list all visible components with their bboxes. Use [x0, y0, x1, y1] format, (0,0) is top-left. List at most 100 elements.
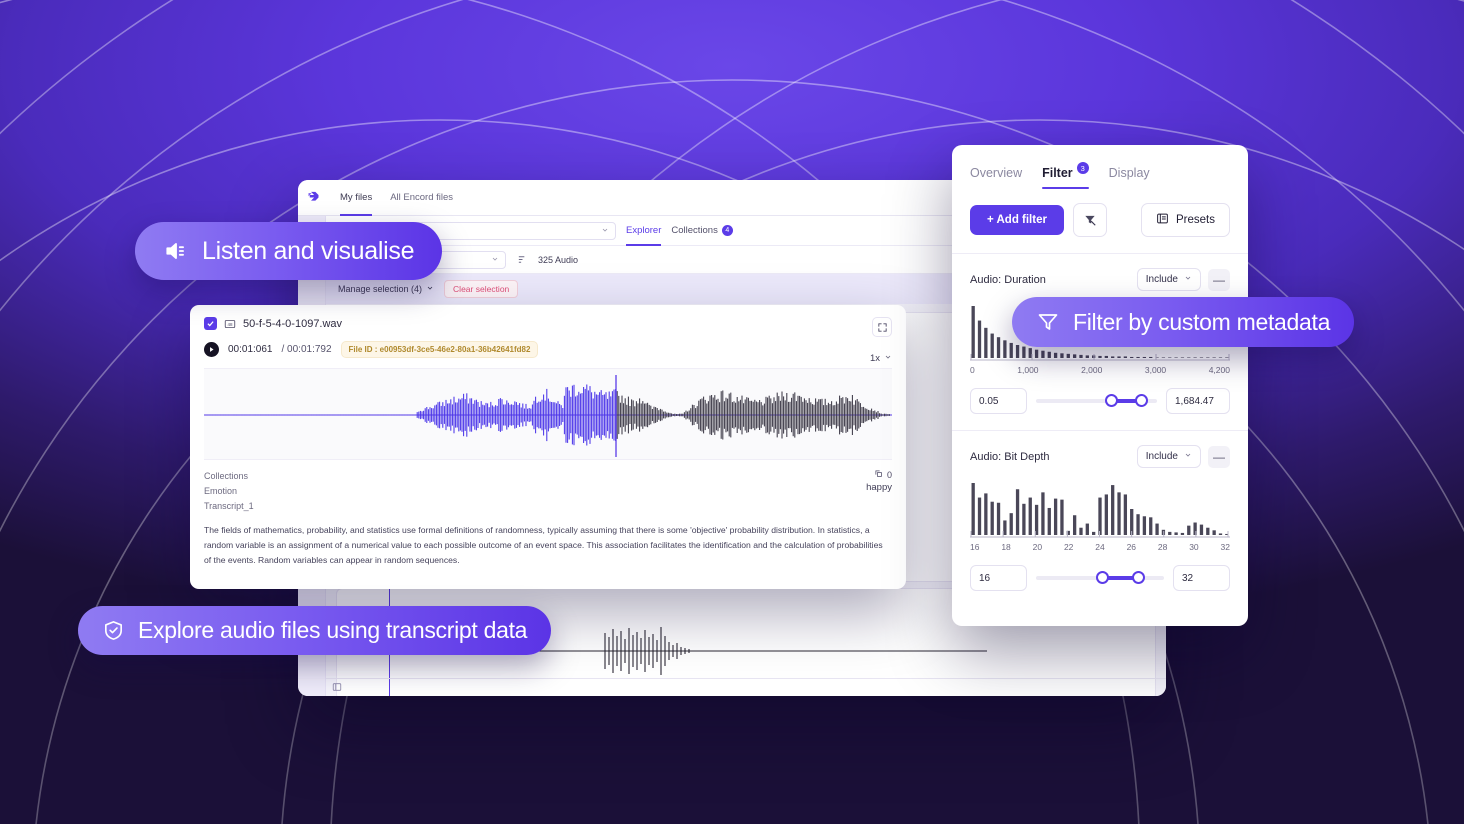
- file-id-label: File ID :: [348, 345, 378, 354]
- app-tab-all-encord-files-label: All Encord files: [390, 192, 454, 203]
- callout-listen-and-visualise: Listen and visualise: [135, 222, 443, 280]
- callout-filter-label: Filter by custom metadata: [1073, 308, 1331, 335]
- bitdepth-slider-min-knob[interactable]: [1096, 571, 1110, 584]
- bitdepth-tick-8: 32: [1220, 542, 1230, 552]
- bitdepth-tick-6: 28: [1157, 542, 1168, 552]
- row-checkbox[interactable]: [204, 317, 217, 330]
- filter-bitdepth-mode-dropdown[interactable]: Include: [1136, 445, 1201, 468]
- filter-panel-actions: + Add filter Presets: [952, 189, 1248, 254]
- bitdepth-tick-5: 26: [1126, 542, 1137, 552]
- audio-card-header: 48 50-f-5-4-0-1097.wav 00:01:061 / 00:01…: [190, 305, 906, 364]
- duration-range-slider[interactable]: [1036, 388, 1157, 414]
- audio-waveform[interactable]: [204, 368, 892, 460]
- audio-file-name: 50-f-5-4-0-1097.wav: [243, 317, 343, 330]
- meta-labels: Collections Emotion Transcript_1: [204, 469, 254, 514]
- item-count-label: 325 Audio: [538, 254, 579, 265]
- playback-speed-dropdown[interactable]: 1x: [870, 353, 892, 364]
- duration-slider-max-knob[interactable]: [1134, 394, 1148, 407]
- clear-selection-button[interactable]: Clear selection: [444, 280, 519, 298]
- bitdepth-tick-1: 18: [1001, 542, 1011, 552]
- app-tab-all-encord-files[interactable]: All Encord files: [390, 180, 453, 216]
- playback-speed-value: 1x: [869, 353, 880, 364]
- filter-bitdepth-range-row: 16 32: [970, 565, 1230, 591]
- filter-bitdepth-axis: 16 18 20 22 24 26 28 30 32: [970, 542, 1230, 552]
- encord-logo-icon[interactable]: [298, 180, 328, 216]
- filter-duration-remove-button[interactable]: —: [1208, 268, 1230, 291]
- bitdepth-max-input[interactable]: 32: [1173, 565, 1230, 591]
- duration-min-input[interactable]: 0.05: [970, 388, 1027, 414]
- chevron-down-icon: [491, 255, 499, 265]
- svg-text:48: 48: [227, 321, 233, 326]
- filter-block-bit-depth: Audio: Bit Depth Include — 16 18 20 22 2…: [952, 430, 1248, 607]
- filter-count-badge: 3: [1076, 162, 1089, 174]
- filter-panel: Overview Filter 3 Display + Add filter P…: [952, 145, 1248, 626]
- filter-duration-title: Audio: Duration: [970, 273, 1046, 286]
- chevron-down-icon: [884, 353, 892, 364]
- speaker-icon: [163, 238, 189, 264]
- filter-bitdepth-header: Audio: Bit Depth Include —: [970, 445, 1230, 468]
- filter-bitdepth-remove-button[interactable]: —: [1208, 445, 1230, 468]
- play-icon[interactable]: [204, 342, 219, 357]
- tab-collections[interactable]: Collections 4: [671, 216, 733, 246]
- filter-duration-range-row: 0.05 1,684.47: [970, 388, 1230, 414]
- tab-filter[interactable]: Filter 3: [1042, 162, 1089, 189]
- add-filter-button[interactable]: + Add filter: [970, 205, 1064, 235]
- chevron-down-icon: [426, 284, 434, 294]
- file-id-chip[interactable]: File ID : e00953df-3ce5-46e2-80a1-36b426…: [340, 341, 539, 358]
- tab-explorer-label: Explorer: [626, 225, 662, 236]
- audio-player-row: 00:01:061 / 00:01:792 File ID : e00953df…: [204, 341, 892, 358]
- audio-detail-card: 48 50-f-5-4-0-1097.wav 00:01:061 / 00:01…: [190, 305, 906, 589]
- chevron-down-icon: [1184, 451, 1192, 462]
- duration-slider-min-knob[interactable]: [1104, 394, 1118, 407]
- panel-toggle-icon[interactable]: [332, 679, 342, 697]
- audio-card-title-row: 48 50-f-5-4-0-1097.wav: [204, 317, 892, 330]
- presets-icon: [1156, 212, 1169, 228]
- bitdepth-min-input[interactable]: 16: [970, 565, 1027, 591]
- filter-off-icon[interactable]: [1072, 203, 1107, 237]
- manage-selection-dropdown[interactable]: Manage selection (4): [338, 284, 434, 294]
- bitdepth-tick-2: 20: [1032, 542, 1043, 552]
- duration-tick-0: 0: [970, 365, 975, 375]
- app-top-tabs: My files All Encord files: [328, 180, 453, 216]
- filter-duration-mode-value: Include: [1145, 274, 1178, 285]
- presets-label: Presets: [1176, 214, 1215, 226]
- collections-count-badge: 4: [721, 225, 733, 236]
- meta-values: 0 happy: [866, 469, 892, 514]
- app-tab-my-files-label: My files: [340, 192, 373, 203]
- bitdepth-tick-3: 22: [1063, 542, 1074, 552]
- meta-label-emotion: Emotion: [204, 486, 238, 496]
- duration-max-input[interactable]: 1,684.47: [1166, 388, 1230, 414]
- bitdepth-tick-0: 16: [970, 542, 980, 552]
- tab-overview[interactable]: Overview: [970, 166, 1022, 189]
- app-tab-my-files[interactable]: My files: [340, 180, 373, 216]
- collections-count: 0: [866, 469, 892, 480]
- expand-icon[interactable]: [872, 317, 892, 337]
- waveform-canvas: [204, 375, 892, 457]
- bitdepth-slider-max-knob[interactable]: [1131, 571, 1145, 584]
- funnel-icon: [1036, 310, 1060, 334]
- total-time: / 00:01:792: [281, 344, 332, 355]
- meta-label-collections: Collections: [204, 471, 249, 481]
- duration-tick-3: 3,000: [1144, 365, 1167, 375]
- filter-bitdepth-histogram: [970, 479, 1230, 539]
- tab-explorer[interactable]: Explorer: [626, 216, 662, 246]
- tab-overview-label: Overview: [970, 166, 1023, 180]
- bitdepth-histogram-svg: [970, 483, 1230, 538]
- tab-display[interactable]: Display: [1109, 166, 1150, 189]
- current-time: 00:01:061: [228, 344, 273, 355]
- presets-button[interactable]: Presets: [1141, 203, 1230, 237]
- shield-check-icon: [102, 619, 125, 642]
- chevron-down-icon: [601, 226, 609, 236]
- bitdepth-tick-7: 30: [1189, 542, 1199, 552]
- filter-panel-tabs: Overview Filter 3 Display: [952, 145, 1248, 189]
- meta-label-transcript: Transcript_1: [204, 501, 254, 511]
- filter-bitdepth-title: Audio: Bit Depth: [970, 450, 1050, 463]
- duration-tick-1: 1,000: [1017, 365, 1039, 375]
- sort-icon[interactable]: [514, 252, 530, 268]
- copy-icon: [874, 469, 883, 480]
- callout-filter-by-metadata: Filter by custom metadata: [1012, 297, 1355, 347]
- duration-tick-2: 2,000: [1081, 365, 1103, 375]
- filter-duration-mode-dropdown[interactable]: Include: [1136, 268, 1201, 291]
- file-id-value: e00953df-3ce5-46e2-80a1-36b42641fd82: [379, 345, 531, 354]
- bitdepth-range-slider[interactable]: [1036, 565, 1164, 591]
